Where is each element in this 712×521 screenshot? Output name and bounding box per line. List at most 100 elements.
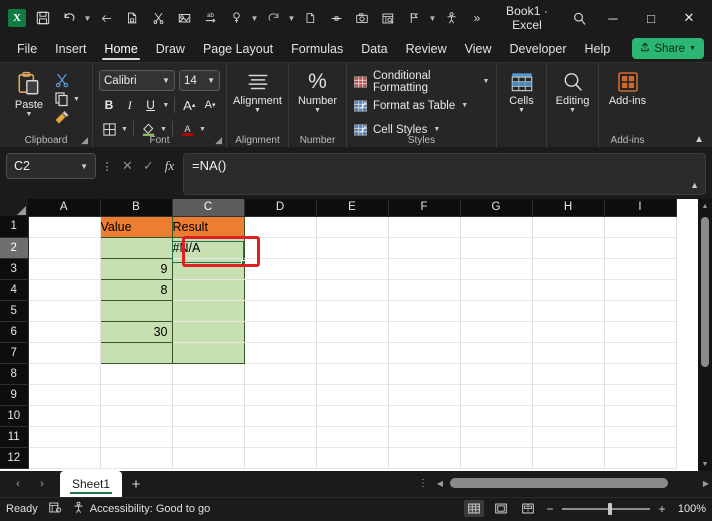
cell-E11[interactable] bbox=[316, 426, 389, 448]
cell-F4[interactable] bbox=[388, 279, 461, 301]
hscroll-left-arrow-icon[interactable]: ◀ bbox=[434, 479, 446, 488]
bold-button[interactable]: B bbox=[99, 95, 119, 115]
font-color-caret-icon[interactable]: ▼ bbox=[198, 126, 207, 133]
row-header-11[interactable]: 11 bbox=[0, 426, 29, 448]
cell-C8[interactable] bbox=[172, 363, 245, 385]
cell-C12[interactable] bbox=[172, 447, 245, 469]
cells-dropdown-caret-icon[interactable]: ▼ bbox=[518, 107, 525, 115]
column-header-E[interactable]: E bbox=[316, 199, 389, 217]
cell-C7[interactable] bbox=[172, 342, 245, 364]
row-header-2[interactable]: 2 bbox=[0, 237, 29, 259]
cell-E10[interactable] bbox=[316, 405, 389, 427]
clipboard-dialog-launcher-icon[interactable]: ◢ bbox=[81, 135, 88, 146]
format-painter-icon[interactable] bbox=[223, 5, 249, 31]
cell-D1[interactable] bbox=[244, 216, 317, 238]
cell-H2[interactable] bbox=[532, 237, 605, 259]
cell-C2[interactable]: #N/A bbox=[172, 237, 245, 259]
close-button[interactable]: ✕ bbox=[670, 3, 708, 33]
cell-D11[interactable] bbox=[244, 426, 317, 448]
accessibility-icon[interactable] bbox=[438, 5, 464, 31]
editing-button[interactable]: Editing ▼ bbox=[553, 67, 592, 115]
cell-B6[interactable]: 30 bbox=[99, 321, 173, 343]
cell-D10[interactable] bbox=[244, 405, 317, 427]
cell-A7[interactable] bbox=[28, 342, 101, 364]
cell-B5[interactable] bbox=[99, 300, 173, 322]
cell-G1[interactable] bbox=[460, 216, 533, 238]
cell-I11[interactable] bbox=[604, 426, 677, 448]
cell-H12[interactable] bbox=[532, 447, 605, 469]
search-icon[interactable] bbox=[564, 3, 594, 33]
cell-A3[interactable] bbox=[28, 258, 101, 280]
addins-button[interactable]: Add-ins bbox=[605, 67, 650, 107]
cells-button[interactable]: Cells ▼ bbox=[503, 67, 540, 115]
fill-color-caret-icon[interactable]: ▼ bbox=[159, 126, 168, 133]
zoom-out-button[interactable]: − bbox=[545, 502, 555, 516]
tab-page-layout[interactable]: Page Layout bbox=[194, 40, 282, 58]
cell-H4[interactable] bbox=[532, 279, 605, 301]
borders-caret-icon[interactable]: ▼ bbox=[120, 126, 129, 133]
cell-I4[interactable] bbox=[604, 279, 677, 301]
scroll-down-arrow-icon[interactable]: ▼ bbox=[698, 457, 712, 471]
cell-A8[interactable] bbox=[28, 363, 101, 385]
cell-A2[interactable] bbox=[28, 237, 101, 259]
vertical-scrollbar[interactable]: ▲ ▼ bbox=[698, 199, 712, 471]
tab-home[interactable]: Home bbox=[95, 40, 146, 60]
cell-G2[interactable] bbox=[460, 237, 533, 259]
font-size-combobox[interactable]: 14 ▼ bbox=[178, 70, 220, 91]
tab-file[interactable]: File bbox=[8, 40, 46, 58]
cell-H9[interactable] bbox=[532, 384, 605, 406]
collapse-ribbon-icon[interactable]: ▲ bbox=[694, 134, 704, 145]
cell-F9[interactable] bbox=[388, 384, 461, 406]
cell-E6[interactable] bbox=[316, 321, 389, 343]
format-painter-caret-icon[interactable]: ▼ bbox=[249, 6, 260, 30]
copy-button[interactable]: ▼ bbox=[54, 91, 81, 107]
cell-G3[interactable] bbox=[460, 258, 533, 280]
cell-E7[interactable] bbox=[316, 342, 389, 364]
print-preview-icon[interactable] bbox=[375, 5, 401, 31]
horizontal-scrollbar[interactable] bbox=[450, 478, 696, 488]
cell-G4[interactable] bbox=[460, 279, 533, 301]
cell-F3[interactable] bbox=[388, 258, 461, 280]
cell-D7[interactable] bbox=[244, 342, 317, 364]
cell-F1[interactable] bbox=[388, 216, 461, 238]
number-dropdown-caret-icon[interactable]: ▼ bbox=[314, 107, 321, 115]
row-header-9[interactable]: 9 bbox=[0, 384, 29, 406]
cell-G9[interactable] bbox=[460, 384, 533, 406]
cell-G7[interactable] bbox=[460, 342, 533, 364]
cell-A9[interactable] bbox=[28, 384, 101, 406]
cell-H8[interactable] bbox=[532, 363, 605, 385]
conditional-formatting-caret-icon[interactable]: ▼ bbox=[482, 78, 490, 85]
undo-icon[interactable] bbox=[56, 5, 82, 31]
name-box[interactable]: C2 ▼ bbox=[6, 153, 96, 179]
cell-G6[interactable] bbox=[460, 321, 533, 343]
undo-dropdown-caret-icon[interactable]: ▼ bbox=[82, 6, 93, 30]
cell-I8[interactable] bbox=[604, 363, 677, 385]
cancel-icon[interactable]: ✕ bbox=[118, 155, 137, 177]
underline-caret-icon[interactable]: ▼ bbox=[161, 102, 170, 109]
accessibility-status[interactable]: Accessibility: Good to go bbox=[72, 501, 210, 517]
cell-A4[interactable] bbox=[28, 279, 101, 301]
scroll-up-arrow-icon[interactable]: ▲ bbox=[698, 199, 712, 213]
cell-H3[interactable] bbox=[532, 258, 605, 280]
column-header-C[interactable]: C bbox=[172, 199, 245, 217]
cell-B9[interactable] bbox=[100, 384, 173, 406]
format-as-table-caret-icon[interactable]: ▼ bbox=[460, 102, 469, 109]
cell-F10[interactable] bbox=[388, 405, 461, 427]
tab-insert[interactable]: Insert bbox=[46, 40, 95, 58]
cell-D3[interactable] bbox=[244, 258, 317, 280]
name-box-caret-icon[interactable]: ▼ bbox=[80, 162, 88, 171]
cell-E1[interactable] bbox=[316, 216, 389, 238]
cell-E3[interactable] bbox=[316, 258, 389, 280]
redo-dropdown-caret-icon[interactable]: ▼ bbox=[286, 6, 297, 30]
minimize-button[interactable]: ─ bbox=[594, 3, 632, 33]
cell-C6[interactable] bbox=[172, 321, 245, 343]
font-dialog-launcher-icon[interactable]: ◢ bbox=[215, 135, 222, 146]
copy-caret-icon[interactable]: ▼ bbox=[72, 96, 81, 103]
cell-E4[interactable] bbox=[316, 279, 389, 301]
zoom-level-label[interactable]: 100% bbox=[674, 503, 706, 515]
cell-F6[interactable] bbox=[388, 321, 461, 343]
expand-formula-bar-icon[interactable]: ▲ bbox=[690, 180, 699, 190]
cell-I7[interactable] bbox=[604, 342, 677, 364]
tab-review[interactable]: Review bbox=[397, 40, 456, 58]
conditional-formatting-button[interactable]: Conditional Formatting ▼ bbox=[353, 70, 490, 94]
